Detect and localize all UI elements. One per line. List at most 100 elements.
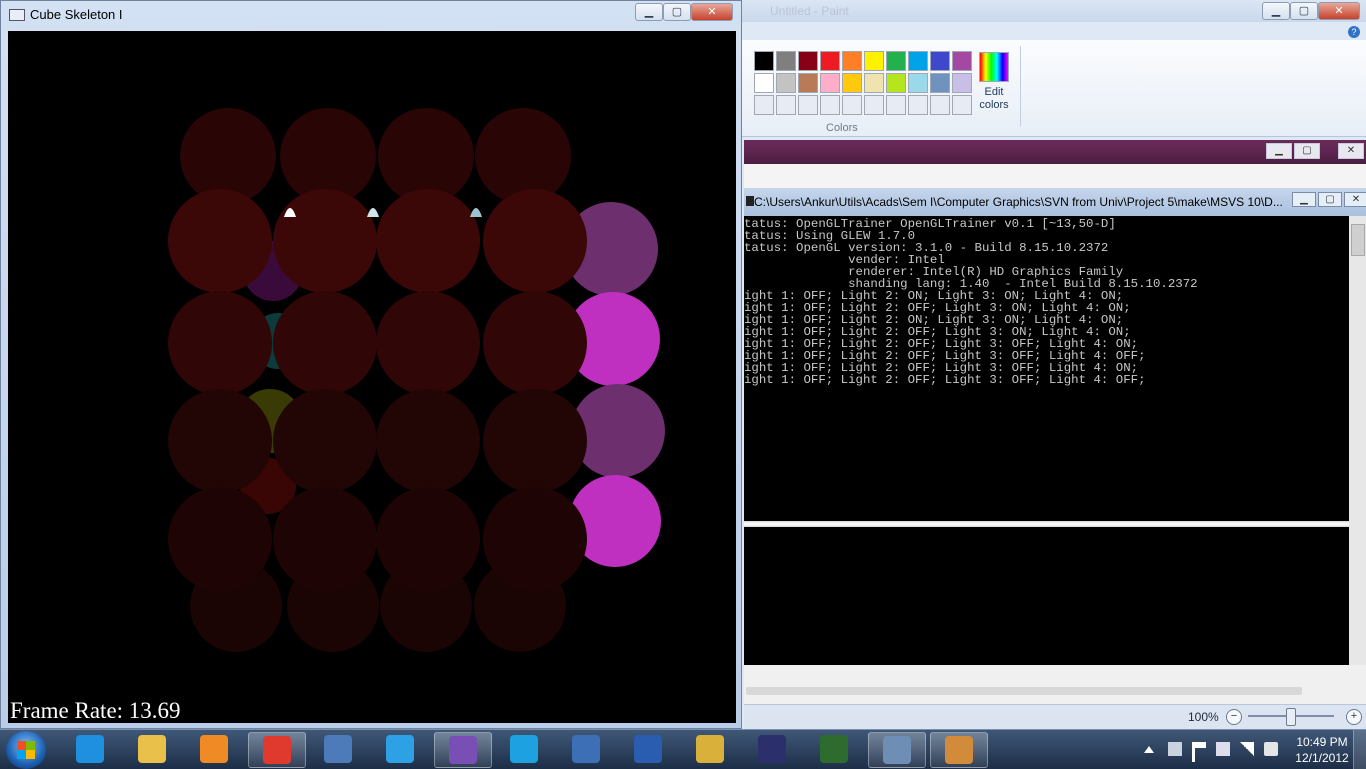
- background-window-title-bar[interactable]: ▁ ▢ ✕: [744, 140, 1366, 164]
- power-icon[interactable]: [1216, 742, 1230, 756]
- clock[interactable]: 10:49 PM 12/1/2012: [1292, 734, 1352, 766]
- color-swatch[interactable]: [864, 73, 884, 93]
- network-device-icon[interactable]: [1168, 742, 1182, 756]
- help-icon[interactable]: ?: [1348, 26, 1360, 38]
- taskbar-counter-strike-button[interactable]: [682, 732, 738, 766]
- show-desktop-button[interactable]: [1353, 730, 1366, 769]
- paint-minimize-button[interactable]: ▁: [1262, 2, 1290, 20]
- opengl-viewport[interactable]: Frame Rate: 13.69: [8, 31, 736, 723]
- taskbar-windows-explorer-button[interactable]: [124, 732, 180, 766]
- edit-colors-button[interactable]: Edit colors: [978, 52, 1010, 112]
- color-swatch[interactable]: [886, 51, 906, 71]
- media-player-icon: [200, 735, 228, 763]
- color-swatch[interactable]: [842, 95, 862, 115]
- horizontal-scrollbar[interactable]: [746, 687, 1302, 695]
- taskbar-console-button[interactable]: [806, 732, 862, 766]
- taskbar-text-editor-button[interactable]: [310, 732, 366, 766]
- window2-close-button[interactable]: ✕: [1338, 143, 1364, 159]
- wifi-signal-icon[interactable]: [1240, 742, 1254, 756]
- color-swatch[interactable]: [820, 51, 840, 71]
- sphere-far: [475, 108, 571, 204]
- volume-icon[interactable]: [1264, 742, 1278, 756]
- color-swatch[interactable]: [842, 51, 862, 71]
- color-swatch[interactable]: [908, 51, 928, 71]
- visual-studio-icon: [449, 736, 477, 764]
- color-swatch[interactable]: [798, 51, 818, 71]
- console-minimize-button[interactable]: ▁: [1292, 192, 1316, 207]
- color-swatch[interactable]: [952, 73, 972, 93]
- color-swatch[interactable]: [864, 51, 884, 71]
- console-title-bar[interactable]: C:\Users\Ankur\Utils\Acads\Sem I\Compute…: [744, 188, 1366, 216]
- paint-title-bar[interactable]: Untitled - Paint ▁ ▢ ✕: [740, 0, 1366, 22]
- taskbar-word-button[interactable]: [620, 732, 676, 766]
- taskbar-paint-button[interactable]: [930, 732, 988, 768]
- clock-date: 12/1/2012: [1295, 751, 1349, 765]
- action-center-flag-icon[interactable]: [1192, 742, 1206, 762]
- color-swatch[interactable]: [952, 95, 972, 115]
- window2-minimize-button[interactable]: ▁: [1266, 143, 1292, 159]
- zoom-slider-thumb[interactable]: [1286, 708, 1296, 726]
- taskbar-internet-explorer-button[interactable]: [62, 732, 118, 766]
- color-swatch[interactable]: [930, 51, 950, 71]
- color-swatch[interactable]: [908, 95, 928, 115]
- frame-rate-label: Frame Rate: 13.69: [10, 698, 181, 723]
- sphere-front: [483, 389, 587, 493]
- sphere-render: [168, 108, 665, 652]
- paint-maximize-button[interactable]: ▢: [1290, 2, 1318, 20]
- chrome-icon: [263, 736, 291, 764]
- color-spectrum-icon: [979, 52, 1009, 82]
- taskbar-paint-window-button[interactable]: [868, 732, 926, 768]
- color-swatch[interactable]: [776, 51, 796, 71]
- color-swatch[interactable]: [864, 95, 884, 115]
- sphere-front: [376, 389, 480, 493]
- console-maximize-button[interactable]: ▢: [1318, 192, 1342, 207]
- color-palette: [754, 51, 972, 115]
- internet-explorer-icon: [76, 735, 104, 763]
- color-swatch[interactable]: [842, 73, 862, 93]
- console-scroll-thumb[interactable]: [1351, 224, 1365, 256]
- specular-highlight: [367, 208, 379, 217]
- system-tray: 10:49 PM 12/1/2012: [1136, 730, 1366, 769]
- paint-title-text: Untitled - Paint: [770, 4, 849, 18]
- color-swatch[interactable]: [820, 73, 840, 93]
- gl-close-button[interactable]: ✕: [691, 3, 733, 21]
- background-window-body: [744, 164, 1366, 188]
- gl-maximize-button[interactable]: ▢: [663, 3, 691, 21]
- zoom-in-button[interactable]: +: [1346, 709, 1362, 725]
- console-close-button[interactable]: ✕: [1344, 192, 1366, 207]
- sphere-front: [273, 487, 377, 591]
- cube-skeleton-window: Cube Skeleton I ▁ ▢ ✕ Frame Rate: 13.69: [0, 0, 742, 729]
- taskbar-twitter-button[interactable]: [372, 732, 428, 766]
- taskbar-skype-button[interactable]: [496, 732, 552, 766]
- color-swatch[interactable]: [798, 95, 818, 115]
- taskbar-eclipse-button[interactable]: [744, 732, 800, 766]
- color-swatch[interactable]: [776, 95, 796, 115]
- color-swatch[interactable]: [754, 95, 774, 115]
- window2-maximize-button[interactable]: ▢: [1294, 143, 1320, 159]
- show-hidden-icons-icon[interactable]: [1144, 746, 1154, 753]
- color-swatch[interactable]: [886, 73, 906, 93]
- taskbar-media-player-button[interactable]: [186, 732, 242, 766]
- color-swatch[interactable]: [952, 51, 972, 71]
- paint-close-button[interactable]: ✕: [1318, 2, 1360, 20]
- color-swatch[interactable]: [930, 73, 950, 93]
- paint-status-bar: 100% − +: [744, 704, 1366, 729]
- zoom-out-button[interactable]: −: [1226, 709, 1242, 725]
- color-swatch[interactable]: [820, 95, 840, 115]
- color-swatch[interactable]: [754, 51, 774, 71]
- color-swatch[interactable]: [798, 73, 818, 93]
- start-button[interactable]: [6, 731, 46, 769]
- console-scrollbar[interactable]: [1349, 216, 1366, 686]
- gl-minimize-button[interactable]: ▁: [635, 3, 663, 21]
- taskbar-visual-studio-button[interactable]: [434, 732, 492, 768]
- taskbar-thunderbird-button[interactable]: [558, 732, 614, 766]
- sphere-front: [483, 189, 587, 293]
- color-swatch[interactable]: [754, 73, 774, 93]
- taskbar-chrome-button[interactable]: [248, 732, 306, 768]
- color-swatch[interactable]: [908, 73, 928, 93]
- console-output: tatus: OpenGLTrainer OpenGLTrainer v0.1 …: [744, 218, 1198, 386]
- color-swatch[interactable]: [886, 95, 906, 115]
- color-swatch[interactable]: [776, 73, 796, 93]
- color-swatch[interactable]: [930, 95, 950, 115]
- zoom-level: 100%: [1188, 710, 1219, 724]
